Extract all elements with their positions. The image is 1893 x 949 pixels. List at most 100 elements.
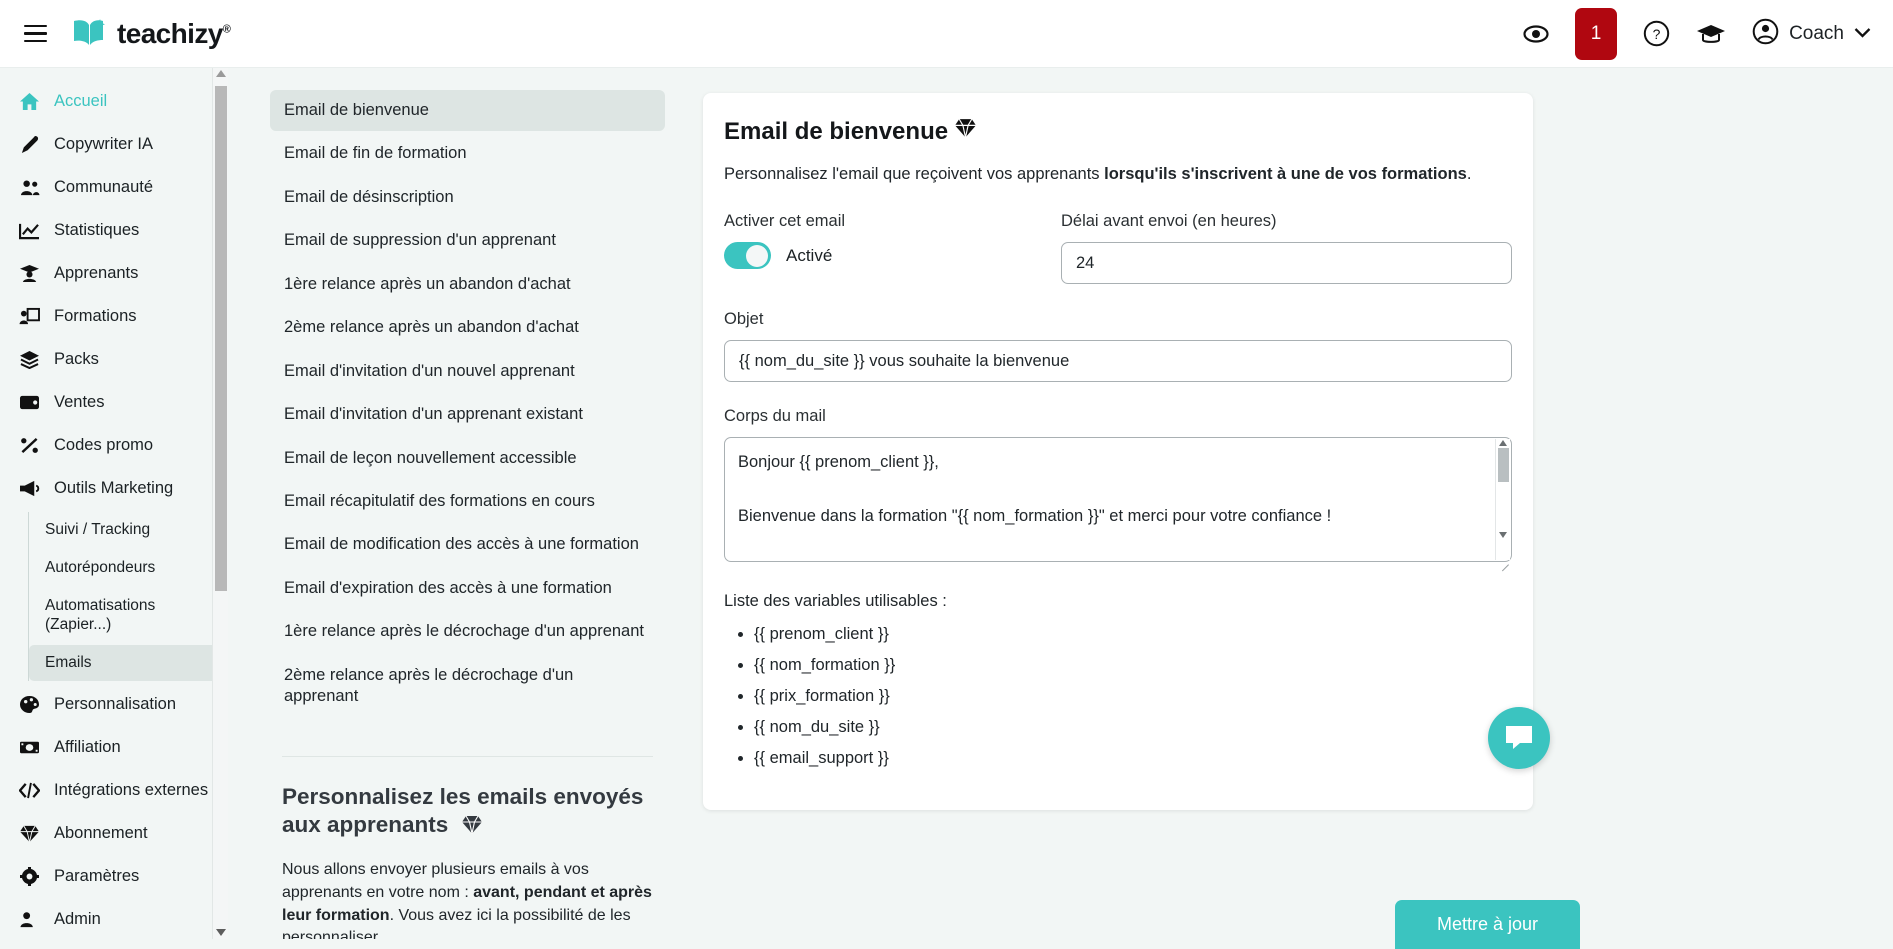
sidebar-item-formations[interactable]: Formations — [0, 295, 228, 338]
body-label: Corps du mail — [724, 407, 826, 426]
sidebar-item-packs[interactable]: Packs — [0, 338, 228, 381]
sidebar-item-personnalisation[interactable]: Personnalisation — [0, 683, 228, 726]
email-list-item[interactable]: Email d'invitation d'un apprenant exista… — [270, 394, 665, 435]
sidebar-item-accueil[interactable]: Accueil — [0, 80, 228, 123]
info-heading: Personnalisez les emails envoyés aux app… — [282, 783, 653, 844]
hamburger-icon[interactable] — [18, 17, 52, 51]
sidebar-item-label: Paramètres — [54, 867, 140, 886]
user-menu[interactable]: Coach — [1752, 18, 1871, 50]
student-icon — [18, 264, 41, 283]
sidebar-item-param-tres[interactable]: Paramètres — [0, 855, 228, 898]
graduation-cap-icon[interactable] — [1696, 23, 1726, 45]
users-icon — [18, 178, 41, 197]
body-textarea-scrollbar[interactable] — [1495, 439, 1510, 561]
scroll-down-arrow-icon[interactable] — [1499, 532, 1507, 539]
email-list-item[interactable]: Email de suppression d'un apprenant — [270, 220, 665, 261]
top-navigation-bar: teachizy® 1 ? Coach — [0, 0, 1893, 68]
email-list-item[interactable]: Email de leçon nouvellement accessible — [270, 438, 665, 479]
brand-name: teachizy® — [117, 17, 231, 50]
email-list-item[interactable]: Email récapitulatif des formations en co… — [270, 481, 665, 522]
sidebar-submenu: Suivi / Tracking Autorépondeurs Automatisa… — [28, 512, 228, 682]
chat-bubble-icon[interactable] — [1488, 707, 1550, 769]
chalkboard-teacher-icon — [18, 307, 41, 326]
email-list-column: Email de bienvenue Email de fin de format… — [245, 68, 675, 939]
scroll-down-arrow-icon[interactable] — [216, 929, 226, 936]
sidebar-item-label: Formations — [54, 307, 137, 325]
email-list-item[interactable]: Email de modification des accès à une fo… — [270, 524, 665, 565]
activate-toggle-row: Activé — [724, 242, 1061, 270]
email-list-item[interactable]: 1ère relance après un abandon d'achat — [270, 264, 665, 305]
brand-name-text: teachizy — [117, 17, 223, 49]
scroll-up-arrow-icon[interactable] — [216, 70, 226, 77]
sidebar-item-int-grations-externes[interactable]: Intégrations externes — [0, 769, 228, 812]
user-circle-icon — [1752, 18, 1779, 50]
email-list-item[interactable]: 2ème relance après le décrochage d'un ap… — [270, 655, 665, 718]
panel-title: Email de bienvenue — [724, 117, 1512, 146]
palette-icon — [18, 695, 41, 714]
sidebar-item-communaut[interactable]: Communauté — [0, 166, 228, 209]
topbar-actions: 1 ? Coach — [1523, 7, 1871, 60]
sidebar-scrollbar[interactable] — [212, 68, 228, 939]
panel-title-text: Email de bienvenue — [724, 117, 949, 145]
variable-item: {{ prix_formation }} — [754, 687, 1512, 706]
email-list-item[interactable]: Email d'expiration des accès à une forma… — [270, 568, 665, 609]
email-list-item[interactable]: 2ème relance après un abandon d'achat — [270, 307, 665, 348]
sidebar-item-affiliation[interactable]: Affiliation — [0, 726, 228, 769]
textarea-scrollbar-thumb[interactable] — [1498, 448, 1509, 483]
question-circle-icon[interactable]: ? — [1643, 20, 1670, 47]
percent-icon — [18, 436, 41, 455]
pen-icon — [18, 135, 41, 154]
layers-icon — [18, 350, 41, 369]
settings-row: Activer cet email Activé Délai avant env… — [724, 212, 1512, 285]
info-paragraph-1: Nous allons envoyer plusieurs emails à v… — [282, 859, 653, 939]
teachizy-book-icon — [72, 17, 108, 51]
sidebar-item-label: Abonnement — [54, 824, 148, 843]
code-icon — [18, 781, 41, 800]
email-list-item[interactable]: Email d'invitation d'un nouvel apprenant — [270, 351, 665, 392]
subject-input[interactable] — [724, 340, 1512, 383]
toggle-knob — [746, 244, 768, 267]
variable-item: {{ nom_formation }} — [754, 656, 1512, 675]
sidebar-item-copywriter-ia[interactable]: Copywriter IA — [0, 123, 228, 166]
email-list-item[interactable]: Email de désinscription — [270, 177, 665, 218]
panel-description: Personnalisez l'email que reçoivent vos … — [724, 163, 1512, 186]
sidebar-item-apprenants[interactable]: Apprenants — [0, 252, 228, 295]
email-list-item[interactable]: Email de bienvenue — [270, 90, 665, 132]
scroll-up-arrow-icon[interactable] — [1499, 440, 1507, 447]
body-textarea-wrapper — [724, 437, 1512, 572]
eye-icon[interactable] — [1523, 24, 1549, 44]
sidebar-item-abonnement[interactable]: Abonnement — [0, 812, 228, 855]
update-button[interactable]: Mettre à jour — [1395, 900, 1580, 949]
sidebar-item-label: Communauté — [54, 178, 154, 196]
sidebar-scroll-content: Accueil Copywriter IA Communauté Statistiqu… — [0, 68, 228, 939]
delay-input[interactable] — [1061, 242, 1512, 285]
sidebar-item-label: Admin — [54, 910, 101, 929]
sidebar-subitem-suivi-tracking[interactable]: Suivi / Tracking — [29, 512, 221, 548]
wallet-icon — [18, 393, 41, 412]
email-list: Email de bienvenue Email de fin de format… — [270, 90, 665, 718]
email-list-item[interactable]: Email de fin de formation — [270, 133, 665, 174]
sidebar-item-statistiques[interactable]: Statistiques — [0, 209, 228, 252]
sidebar-subitem-autor-pondeurs[interactable]: Autorépondeurs — [29, 550, 221, 586]
gem-icon — [461, 814, 483, 843]
sidebar-item-ventes[interactable]: Ventes — [0, 381, 228, 424]
sidebar-subitem-emails[interactable]: Emails — [29, 645, 221, 682]
sidebar-item-label: Outils Marketing — [54, 479, 174, 497]
registered-mark: ® — [222, 23, 231, 36]
sidebar-item-outils-marketing[interactable]: Outils Marketing — [0, 467, 228, 510]
sidebar-subitem-automatisations-zapier[interactable]: Automatisations (Zapier...) — [29, 588, 221, 644]
body-textarea[interactable] — [724, 437, 1512, 563]
sidebar-scrollbar-thumb[interactable] — [215, 86, 227, 591]
svg-text:?: ? — [1653, 26, 1661, 42]
notification-badge[interactable]: 1 — [1575, 7, 1618, 60]
activate-email-toggle[interactable] — [724, 242, 771, 270]
email-list-item[interactable]: 1ère relance après le décrochage d'un ap… — [270, 611, 665, 652]
sidebar-item-codes-promo[interactable]: Codes promo — [0, 424, 228, 467]
gem-icon — [954, 117, 977, 146]
textarea-resize-handle[interactable] — [1499, 555, 1509, 572]
bullhorn-icon — [18, 479, 41, 498]
sidebar-item-admin[interactable]: Admin — [0, 898, 228, 939]
divider — [282, 755, 653, 757]
money-bill-icon — [18, 738, 41, 757]
brand-logo[interactable]: teachizy® — [72, 17, 231, 51]
